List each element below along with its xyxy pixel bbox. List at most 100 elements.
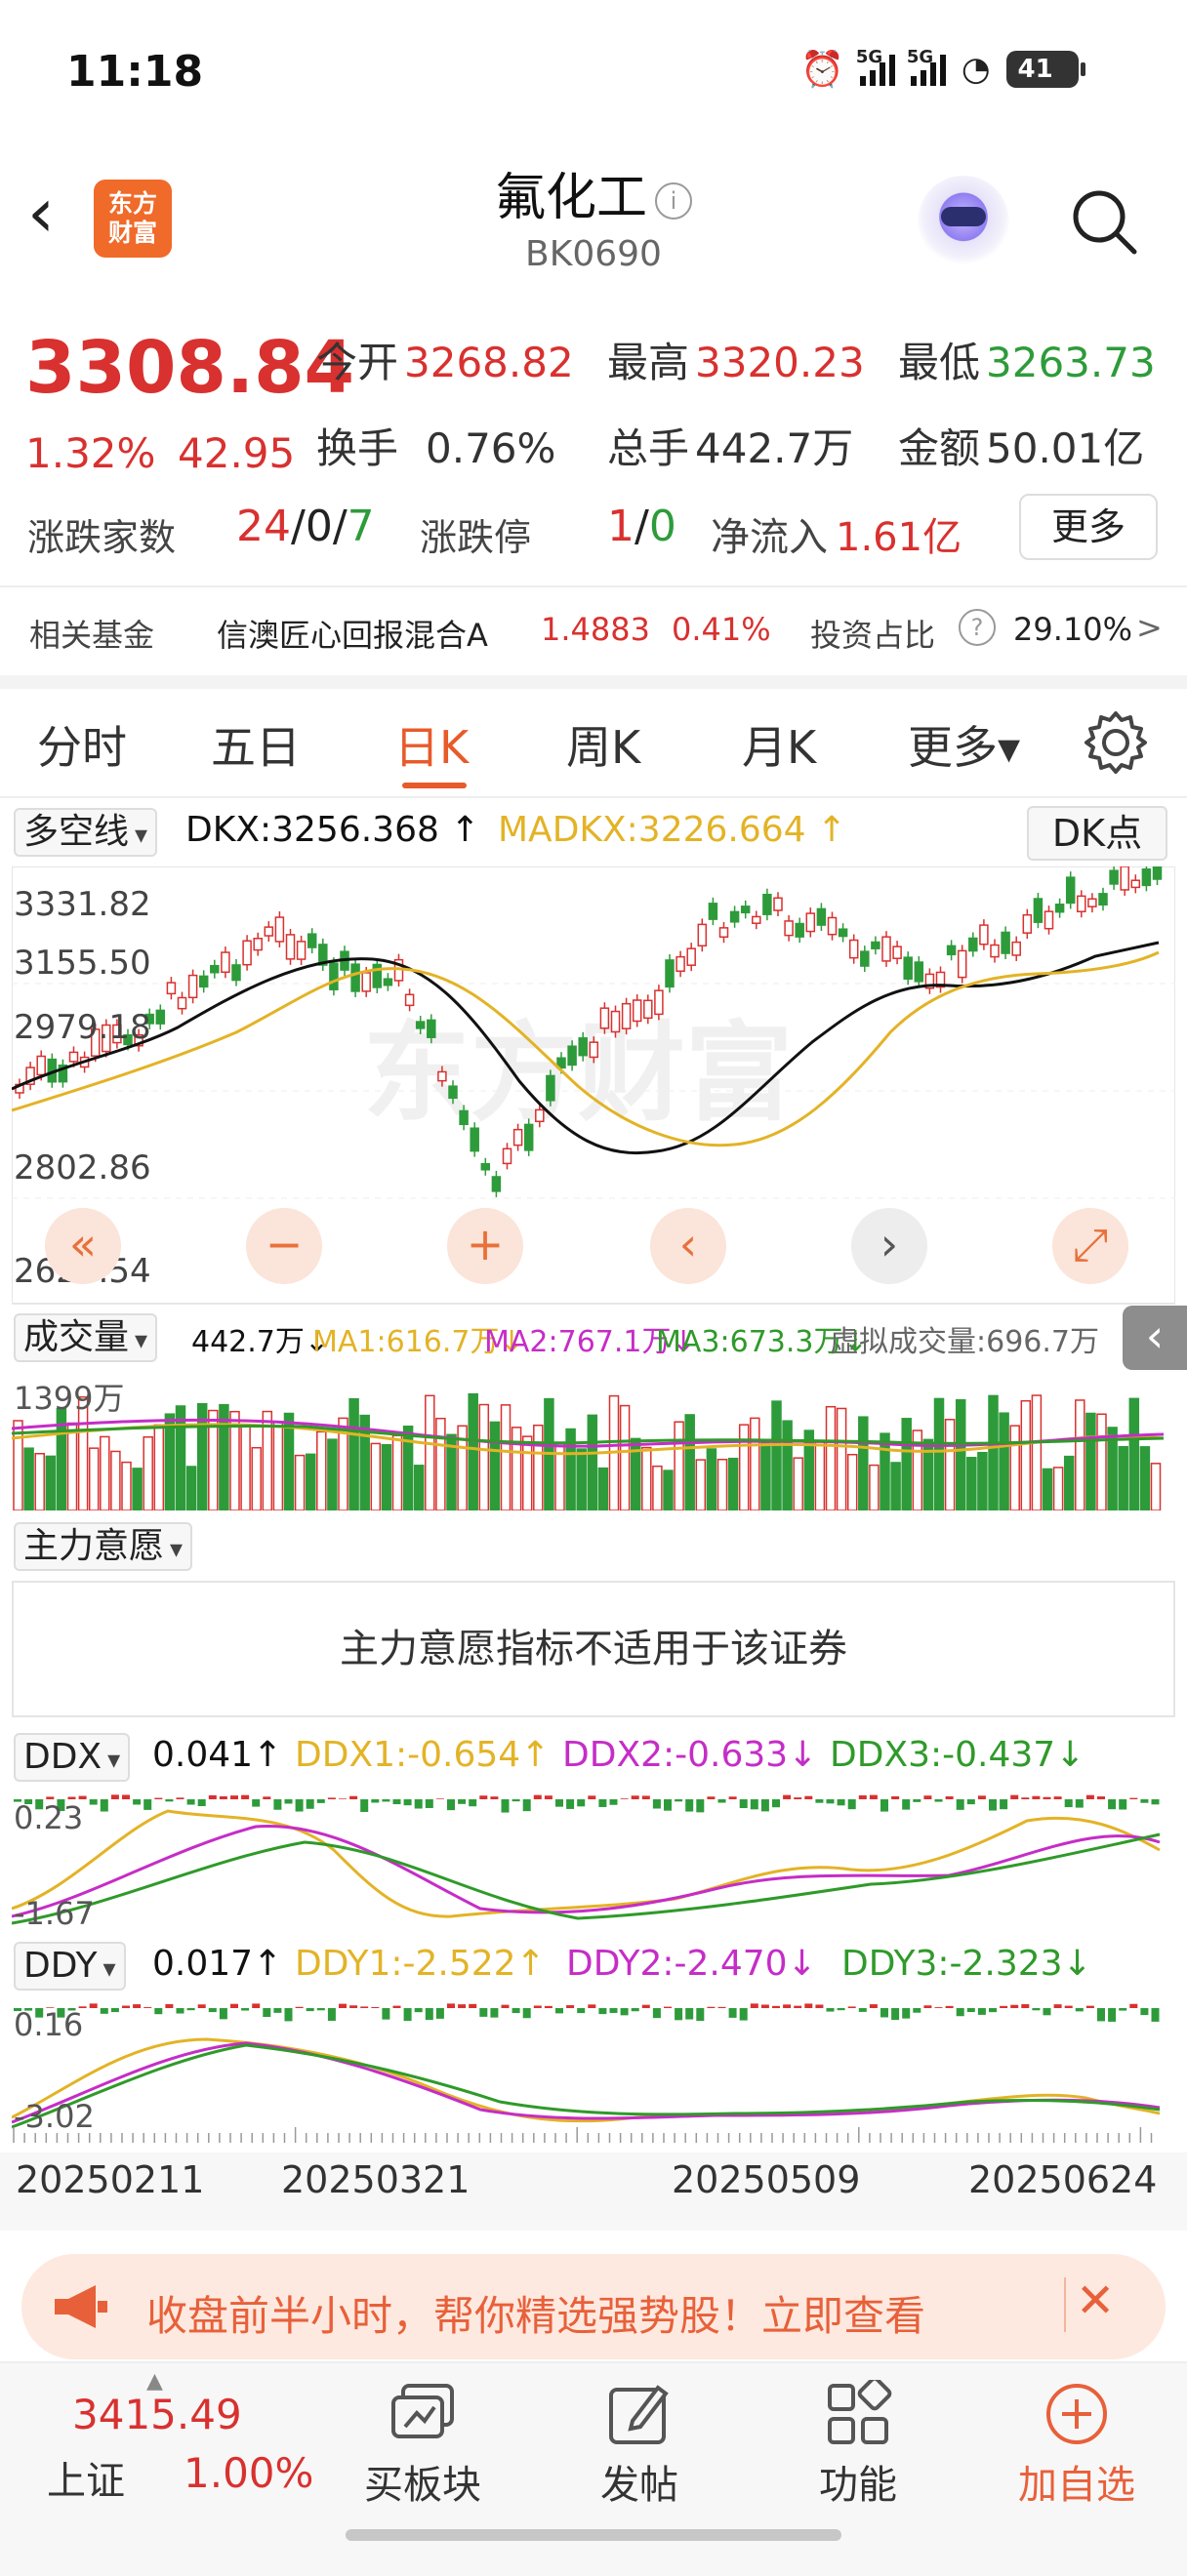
indicator-bar <box>425 2008 433 2021</box>
indicator-bar <box>685 1799 694 1812</box>
date-label: 20250624 <box>968 2158 1158 2201</box>
candle-body <box>1011 941 1021 956</box>
indicator-bar <box>707 2006 716 2008</box>
volume-bar <box>66 1422 78 1510</box>
open-label: 今开 <box>316 339 399 386</box>
indicator-bar <box>382 2008 390 2020</box>
nav-label: 发帖 <box>600 2463 678 2508</box>
fullscreen-button[interactable]: ⤢ <box>1052 1208 1128 1284</box>
assistant-robot-icon[interactable] <box>918 176 1009 267</box>
indicator-bar <box>295 2006 304 2008</box>
indicator-bar <box>110 1794 119 1799</box>
section-gap <box>0 675 1187 689</box>
index-value[interactable]: 3415.49 <box>72 2391 242 2438</box>
nav-buy-board[interactable]: 买板块 <box>340 2375 506 2510</box>
indicator-bar <box>512 1799 520 1802</box>
zoom-in-button[interactable]: + <box>447 1208 523 1284</box>
candle-body <box>795 922 804 938</box>
candle-body <box>762 893 772 915</box>
candle-body <box>480 1163 491 1171</box>
volume-chart: 1399万 <box>12 1380 1165 1510</box>
close-icon[interactable]: ✕ <box>1076 2274 1115 2328</box>
inflow-field: 净流入 1.61亿 <box>711 505 962 562</box>
volume-bar <box>521 1435 533 1510</box>
banner-text[interactable]: 收盘前半小时，帮你精选强势股！立即查看 <box>146 2283 925 2343</box>
indicator-bar <box>143 2007 152 2008</box>
limit-label: 涨跌停 <box>420 516 532 559</box>
indicator-bar <box>284 1799 293 1804</box>
date-label: 20250321 <box>281 2158 471 2201</box>
related-fund-row[interactable]: 相关基金 信澳匠心回报混合A 1.4883 0.41% 投资占比 ? 29.10… <box>0 587 1187 675</box>
volume-bar <box>944 1419 956 1510</box>
ddy-y-bottom: -3.02 <box>14 2098 95 2135</box>
chart-tabs: 分时 五日 日K 周K 月K 更多▾ <box>0 697 1187 794</box>
indicator-bar <box>533 2005 542 2008</box>
prev-button[interactable]: ‹ <box>650 1208 726 1284</box>
candle-body <box>957 949 967 979</box>
tab-daily-k[interactable]: 日K <box>394 712 469 777</box>
indicator-bar <box>652 1799 661 1809</box>
info-icon[interactable]: i <box>655 182 692 220</box>
wifi-icon: ◔ <box>961 50 991 89</box>
dk-point-button[interactable]: DK点 <box>1027 806 1167 861</box>
main-indicator-dropdown[interactable]: 多空线 <box>14 808 158 857</box>
ddy-dropdown[interactable]: DDY <box>14 1942 126 1991</box>
gear-icon[interactable] <box>1082 708 1150 777</box>
next-button[interactable]: › <box>851 1208 927 1284</box>
candle-body <box>1141 868 1152 887</box>
volume-bar <box>999 1412 1009 1510</box>
indicator-bar <box>794 2005 802 2008</box>
volume-bar <box>294 1454 306 1510</box>
indicator-bar <box>880 1799 888 1812</box>
help-icon[interactable]: ? <box>959 609 996 646</box>
indicator-bar <box>847 2006 856 2008</box>
nav-functions[interactable]: 功能 <box>775 2375 941 2510</box>
volume-bar <box>684 1414 695 1510</box>
indicator-bar <box>100 2008 108 2014</box>
tab-more[interactable]: 更多▾ <box>908 712 1020 777</box>
ddy1-legend: DDY1:-2.522↑ <box>295 1944 546 1984</box>
ddy-y-top: 0.16 <box>14 2006 83 2043</box>
candle-body <box>1054 904 1065 913</box>
indicator-bar <box>728 1796 737 1799</box>
volume-indicator-dropdown[interactable]: 成交量 <box>14 1313 158 1362</box>
ddx-chart: 0.23 -1.67 <box>12 1794 1161 1928</box>
nav-post[interactable]: 发帖 <box>556 2375 722 2510</box>
indicator-bar <box>219 2008 227 2020</box>
indicator-bar <box>913 2008 921 2013</box>
main-force-dropdown[interactable]: 主力意愿 <box>14 1522 193 1571</box>
banner-divider <box>1064 2277 1066 2332</box>
zoom-out-button[interactable]: − <box>246 1208 322 1284</box>
more-quote-button[interactable]: 更多 <box>1019 494 1158 560</box>
tab-monthly-k[interactable]: 月K <box>742 712 816 777</box>
separator: / <box>291 502 306 551</box>
limit-values: 1/0 <box>607 502 676 551</box>
candle-body <box>253 938 263 951</box>
high-label: 最高 <box>607 339 690 386</box>
candle-body <box>773 897 783 911</box>
candle-body <box>1077 895 1086 912</box>
indicator-bar <box>1119 2008 1127 2011</box>
volume-bar <box>1139 1446 1151 1510</box>
tab-five-day[interactable]: 五日 <box>211 712 301 777</box>
tab-weekly-k[interactable]: 周K <box>566 712 640 777</box>
indicator-bar <box>522 2008 531 2019</box>
amount-value: 50.01亿 <box>986 424 1145 472</box>
indicator-bar <box>664 1799 672 1811</box>
ddx-dropdown[interactable]: DDX <box>14 1733 131 1782</box>
collapse-arrow-button[interactable]: ‹ <box>1123 1306 1187 1370</box>
search-icon[interactable] <box>1068 185 1138 256</box>
candle-body <box>567 1045 577 1067</box>
indicator-bar <box>837 1799 845 1806</box>
k-line-chart[interactable]: 东方财富 3331.82 3155.50 2979.18 2802.86 262… <box>12 866 1175 1306</box>
y-label: 3331.82 <box>14 885 151 924</box>
candle-body <box>838 928 848 938</box>
rewind-button[interactable]: « <box>45 1208 121 1284</box>
tab-intraday[interactable]: 分时 <box>37 712 127 777</box>
volume-bar <box>738 1424 750 1510</box>
volume-bar <box>858 1416 869 1510</box>
nav-add-watchlist[interactable]: 加自选 <box>994 2375 1160 2510</box>
candle-body <box>512 1128 523 1147</box>
indicator-bar <box>360 1799 369 1812</box>
active-tab-indicator <box>402 783 467 788</box>
